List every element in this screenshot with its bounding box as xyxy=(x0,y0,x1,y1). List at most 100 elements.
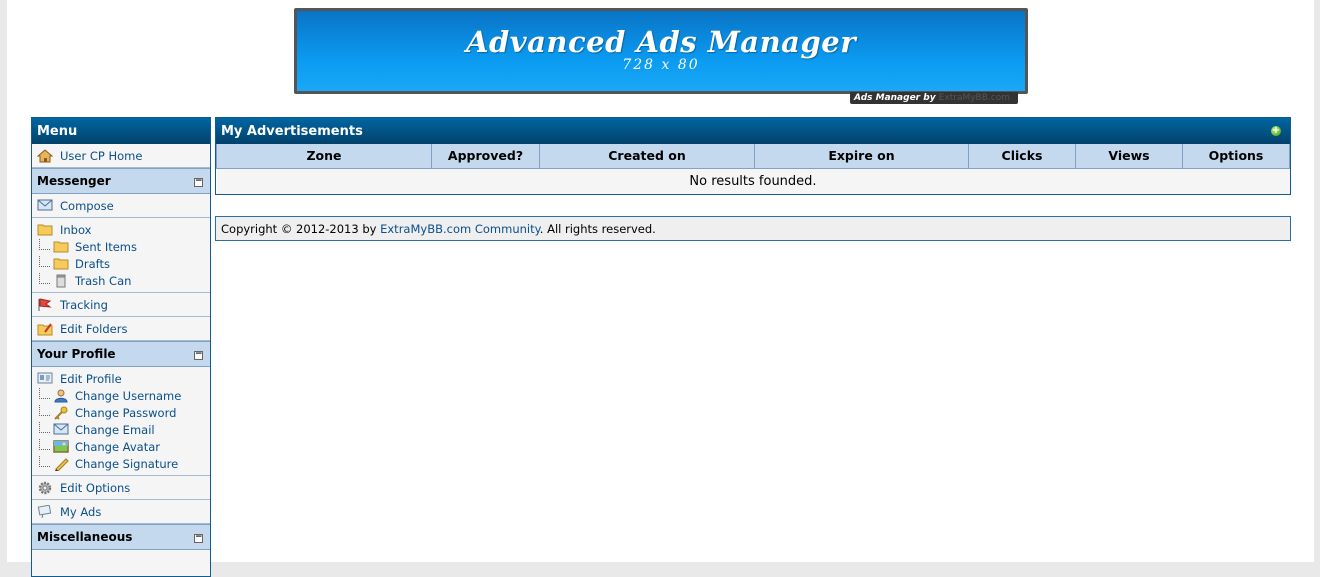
sidebar-label-drafts: Drafts xyxy=(75,256,110,271)
banner-size: 728 x 80 xyxy=(622,57,700,73)
sidebar-item-edit-folders[interactable]: Edit Folders xyxy=(32,320,210,337)
tree-connector xyxy=(39,388,50,399)
sidebar-item-edit-profile[interactable]: Edit Profile xyxy=(32,370,210,387)
edit-folders-block: Edit Folders xyxy=(32,317,210,341)
column-header: Options xyxy=(1182,144,1290,169)
profile-category: Your Profile − xyxy=(32,341,210,367)
inbox-block: Inbox Sent Items Drafts Trash Can xyxy=(32,218,210,293)
collapse-profile-button[interactable]: − xyxy=(194,350,203,360)
tree-connector xyxy=(39,456,50,467)
misc-category: Miscellaneous − xyxy=(32,524,210,550)
sidebar-item-user-cp-home[interactable]: User CP Home xyxy=(32,147,210,164)
sidebar-label-change-email: Change Email xyxy=(75,422,155,437)
sidebar-item-sent[interactable]: Sent Items xyxy=(32,238,210,255)
copyright-prefix: Copyright © 2012-2013 by xyxy=(221,222,377,236)
sidebar-item-change-email[interactable]: Change Email xyxy=(32,421,210,438)
tree-connector xyxy=(39,422,50,433)
ads-table-header-row: Zone Approved? Created on Expire on Clic… xyxy=(216,144,1290,169)
sidebar-label-my-ads: My Ads xyxy=(60,504,102,519)
column-header: Clicks xyxy=(968,144,1076,169)
messenger-title: Messenger xyxy=(37,174,111,188)
banner-credit: Ads Manager by ExtraMyBB.com xyxy=(850,92,1018,104)
sidebar-label-inbox: Inbox xyxy=(60,222,92,237)
table-row: No results founded. xyxy=(216,168,1290,194)
tracking-block: Tracking xyxy=(32,293,210,317)
edit-options-block: Edit Options xyxy=(32,476,210,500)
avatar-picture-icon xyxy=(53,439,69,454)
edit-folder-icon xyxy=(37,322,53,336)
ad-banner[interactable]: Advanced Ads Manager 728 x 80 xyxy=(294,8,1028,94)
messenger-category: Messenger − xyxy=(32,168,210,194)
community-link[interactable]: ExtraMyBB.com Community xyxy=(380,222,540,236)
sidebar-item-change-username[interactable]: Change Username xyxy=(32,387,210,404)
collapse-misc-button[interactable]: − xyxy=(194,533,203,543)
profile-card-icon xyxy=(37,372,53,386)
sidebar-label-change-avatar: Change Avatar xyxy=(75,439,161,454)
tree-connector xyxy=(39,405,50,416)
sidebar-item-compose[interactable]: Compose xyxy=(32,197,210,214)
sidebar-item-change-avatar[interactable]: Change Avatar xyxy=(32,438,210,455)
tracking-flag-icon xyxy=(37,297,53,312)
folder-icon xyxy=(37,223,53,237)
my-ads-title: My Advertisements xyxy=(221,124,363,139)
profile-block: Edit Profile Change Username Change Pass… xyxy=(32,367,210,476)
my-ads-block: My Ads xyxy=(32,500,210,524)
user-icon xyxy=(53,389,69,403)
profile-title: Your Profile xyxy=(37,347,116,361)
sidebar-label-tracking: Tracking xyxy=(60,297,108,312)
tree-connector xyxy=(39,273,50,284)
sidebar-label-change-password: Change Password xyxy=(75,405,177,420)
sidebar-label-change-signature: Change Signature xyxy=(75,456,179,471)
sidebar-label-edit-folders: Edit Folders xyxy=(60,321,128,336)
envelope-icon xyxy=(37,199,53,213)
copyright-footer: Copyright © 2012-2013 by ExtraMyBB.com C… xyxy=(215,216,1291,241)
sidebar-label-edit-options: Edit Options xyxy=(60,480,131,495)
envelope-icon xyxy=(53,423,69,437)
home-block: User CP Home xyxy=(32,144,210,168)
column-header: Views xyxy=(1075,144,1183,169)
my-ads-panel: My Advertisements + Zone Approved? Creat… xyxy=(215,117,1291,195)
page: Advanced Ads Manager 728 x 80 Ads Manage… xyxy=(7,0,1314,577)
collapse-messenger-button[interactable]: − xyxy=(194,177,203,187)
misc-title: Miscellaneous xyxy=(37,530,133,544)
key-icon xyxy=(53,406,69,420)
copyright-suffix: . All rights reserved. xyxy=(539,222,656,236)
pencil-icon xyxy=(53,457,69,472)
column-header: Zone xyxy=(216,144,432,169)
sidebar-item-inbox[interactable]: Inbox xyxy=(32,221,210,238)
folder-icon xyxy=(53,240,69,254)
sidebar-item-drafts[interactable]: Drafts xyxy=(32,255,210,272)
column-header: Approved? xyxy=(431,144,540,169)
gear-icon xyxy=(37,481,53,495)
banner-credit-label: Ads Manager by xyxy=(854,93,936,103)
tree-connector xyxy=(39,439,50,450)
folder-icon xyxy=(53,257,69,271)
trash-can-icon xyxy=(53,274,69,288)
column-header: Expire on xyxy=(754,144,969,169)
empty-message: No results founded. xyxy=(216,168,1290,194)
sidebar-header: Menu xyxy=(32,118,210,144)
sidebar-label-sent: Sent Items xyxy=(75,239,137,254)
sidebar-label-compose: Compose xyxy=(60,198,114,213)
banner-credit-link[interactable]: ExtraMyBB.com xyxy=(939,93,1010,103)
compose-block: Compose xyxy=(32,194,210,218)
my-ads-header: My Advertisements + xyxy=(216,118,1290,144)
sidebar-item-my-ads[interactable]: My Ads xyxy=(32,503,210,520)
sidebar-label-home: User CP Home xyxy=(60,148,143,163)
tree-connector xyxy=(39,239,50,250)
sidebar-item-change-signature[interactable]: Change Signature xyxy=(32,455,210,472)
sidebar-item-trash[interactable]: Trash Can xyxy=(32,272,210,289)
sidebar-label-change-username: Change Username xyxy=(75,388,182,403)
add-ad-icon[interactable]: + xyxy=(1271,126,1281,136)
column-header: Created on xyxy=(539,144,755,169)
sidebar-item-edit-options[interactable]: Edit Options xyxy=(32,479,210,496)
tree-connector xyxy=(39,256,50,267)
ads-table: Zone Approved? Created on Expire on Clic… xyxy=(216,144,1290,194)
sidebar-item-tracking[interactable]: Tracking xyxy=(32,296,210,313)
ads-board-icon xyxy=(37,504,53,519)
sidebar-menu: Menu User CP Home Messenger − Compose In… xyxy=(31,117,211,577)
sidebar-item-change-password[interactable]: Change Password xyxy=(32,404,210,421)
sidebar-label-trash: Trash Can xyxy=(75,273,132,288)
sidebar-label-edit-profile: Edit Profile xyxy=(60,371,122,386)
home-icon xyxy=(36,148,54,163)
